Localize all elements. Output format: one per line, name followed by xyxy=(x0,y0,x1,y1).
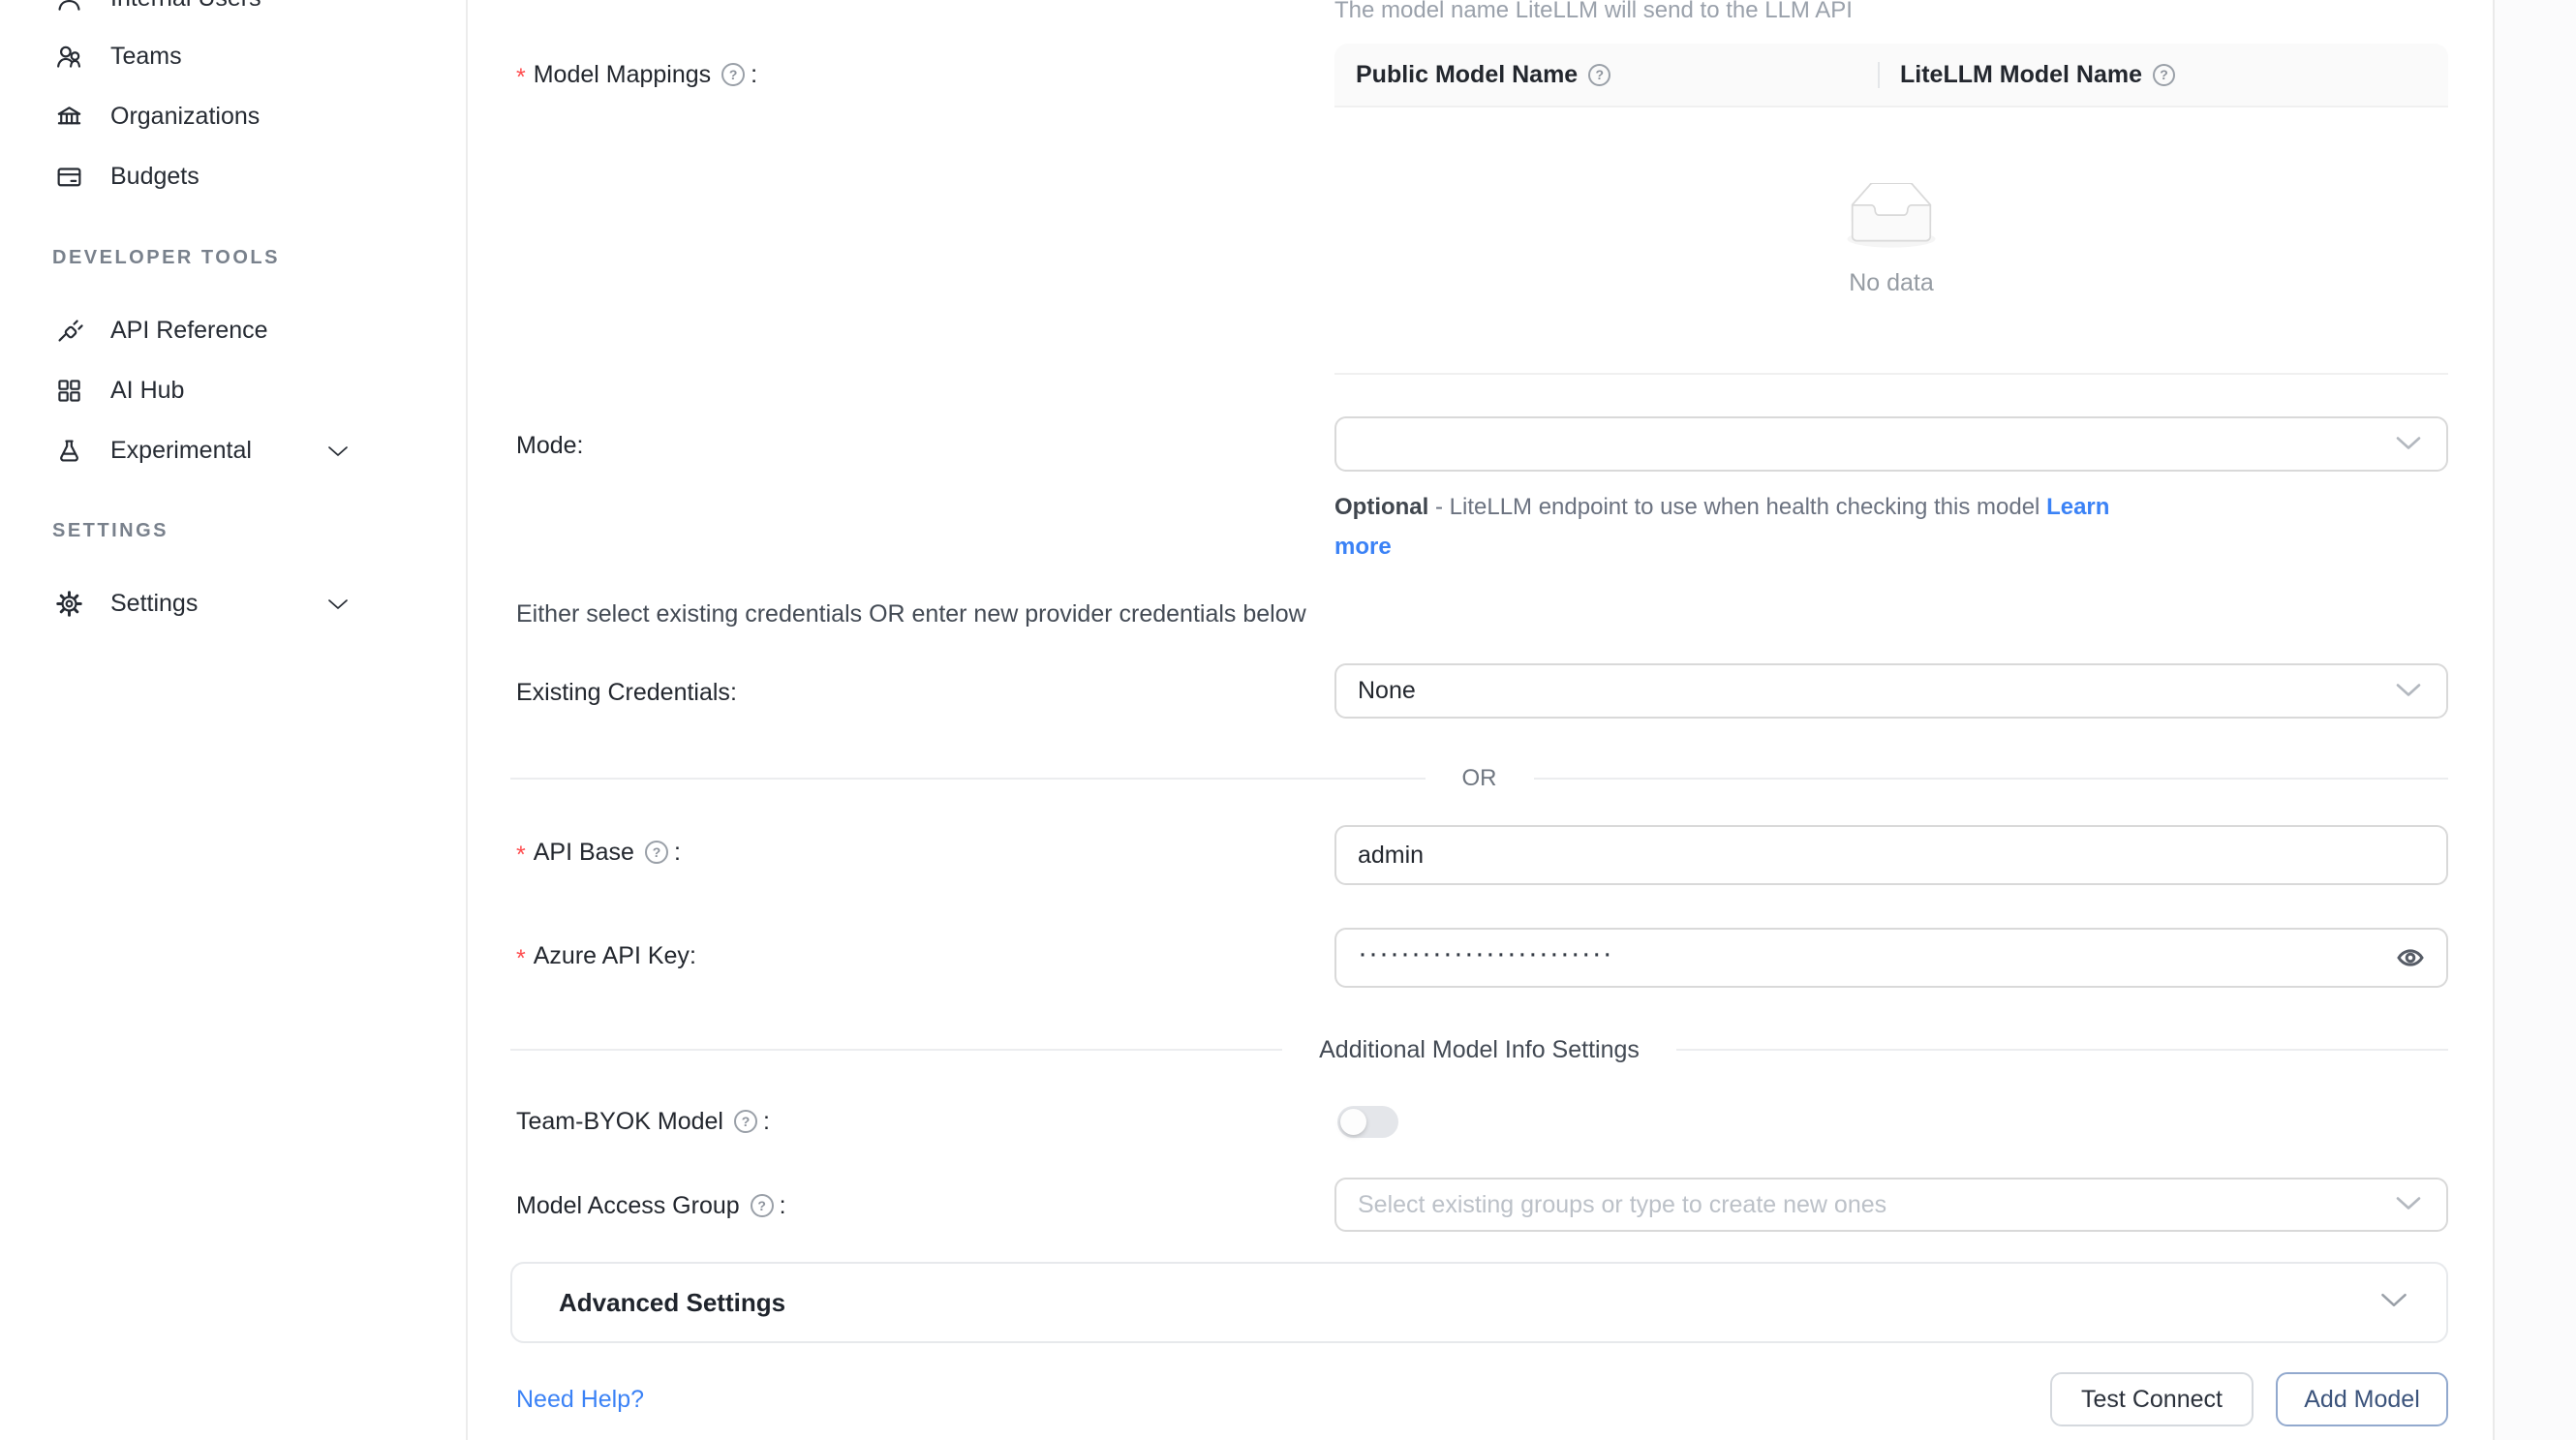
user-icon xyxy=(54,0,84,14)
or-divider: OR xyxy=(510,762,2448,795)
model-access-group-select[interactable]: Select existing groups or type to create… xyxy=(1334,1178,2448,1232)
add-model-page: Internal Users Teams Organizations Budge… xyxy=(0,0,2576,1440)
bank-icon xyxy=(54,102,84,132)
credentials-note: Either select existing credentials OR en… xyxy=(516,600,1306,628)
required-marker: * xyxy=(516,64,526,92)
column-divider xyxy=(1878,62,1880,88)
question-circle-icon[interactable]: ? xyxy=(751,1194,774,1217)
additional-info-divider: Additional Model Info Settings xyxy=(510,1033,2448,1066)
required-marker: * xyxy=(516,945,526,973)
question-circle-icon[interactable]: ? xyxy=(734,1110,757,1133)
sidebar-item-label: API Reference xyxy=(110,317,268,345)
or-divider-text: OR xyxy=(1462,765,1497,792)
sidebar-item-label: Settings xyxy=(110,590,198,618)
question-circle-icon[interactable]: ? xyxy=(1588,64,1610,86)
eye-icon[interactable] xyxy=(2396,943,2425,972)
additional-info-divider-text: Additional Model Info Settings xyxy=(1319,1036,1640,1064)
question-circle-icon[interactable]: ? xyxy=(2153,64,2175,86)
credit-card-icon xyxy=(54,162,84,192)
empty-box-icon xyxy=(1837,183,1946,258)
chevron-down-icon xyxy=(2394,430,2423,458)
select-placeholder: Select existing groups or type to create… xyxy=(1358,1191,1886,1219)
sidebar-item-settings[interactable]: Settings xyxy=(0,573,466,633)
advanced-settings-panel[interactable]: Advanced Settings xyxy=(510,1262,2448,1343)
mode-select[interactable] xyxy=(1334,416,2448,472)
chevron-down-icon xyxy=(327,590,349,618)
sidebar-item-label: Internal Users xyxy=(110,0,261,13)
column-header-public-model-name: Public Model Name ? xyxy=(1334,44,1879,106)
team-byok-label: Team-BYOK Model ? : xyxy=(516,1105,770,1138)
sidebar-item-label: Organizations xyxy=(110,103,260,131)
add-model-button[interactable]: Add Model xyxy=(2276,1372,2448,1426)
table-empty-state: No data xyxy=(1334,107,2448,375)
chevron-down-icon xyxy=(2378,1291,2409,1314)
flask-icon xyxy=(54,436,84,466)
toggle-knob xyxy=(1340,1109,1366,1135)
chevron-down-icon xyxy=(2394,1191,2423,1219)
question-circle-icon[interactable]: ? xyxy=(645,841,668,864)
model-access-group-label: Model Access Group ? : xyxy=(516,1189,786,1222)
sidebar-item-api-reference[interactable]: API Reference xyxy=(0,300,466,360)
api-base-label: * API Base ? : xyxy=(516,836,681,869)
azure-api-key-label: * Azure API Key : xyxy=(516,939,696,972)
test-connect-button[interactable]: Test Connect xyxy=(2050,1372,2254,1426)
mode-help-text: Optional - LiteLLM endpoint to use when … xyxy=(1334,487,2153,567)
gear-icon xyxy=(54,589,84,619)
azure-api-key-input[interactable]: ························ xyxy=(1334,928,2448,988)
api-plug-icon xyxy=(54,316,84,346)
team-byok-toggle[interactable] xyxy=(1337,1106,1398,1138)
masked-password-value: ························ xyxy=(1358,939,1613,968)
sidebar-item-internal-users[interactable]: Internal Users xyxy=(0,0,466,28)
sidebar-section-settings: SETTINGS xyxy=(52,520,169,542)
sidebar-item-label: Experimental xyxy=(110,437,252,465)
model-mappings-table: Public Model Name ? LiteLLM Model Name ?… xyxy=(1334,44,2448,375)
chevron-down-icon xyxy=(327,437,349,465)
model-mappings-label: * Model Mappings ? : xyxy=(516,58,757,91)
column-header-litellm-model-name: LiteLLM Model Name ? xyxy=(1879,44,2448,106)
table-header: Public Model Name ? LiteLLM Model Name ? xyxy=(1334,44,2448,107)
existing-credentials-label: Existing Credentials : xyxy=(516,676,737,709)
model-name-hint: The model name LiteLLM will send to the … xyxy=(1334,0,1853,26)
api-base-input[interactable]: admin xyxy=(1334,825,2448,885)
no-data-text: No data xyxy=(1849,269,1934,297)
page-right-gutter xyxy=(2493,0,2576,1440)
sidebar-item-label: Teams xyxy=(110,43,182,71)
required-marker: * xyxy=(516,842,526,870)
sidebar-item-experimental[interactable]: Experimental xyxy=(0,420,466,480)
sidebar-section-developer-tools: DEVELOPER TOOLS xyxy=(52,247,280,269)
existing-credentials-select[interactable]: None xyxy=(1334,663,2448,719)
app-grid-icon xyxy=(54,376,84,406)
sidebar-item-ai-hub[interactable]: AI Hub xyxy=(0,360,466,420)
sidebar-item-label: AI Hub xyxy=(110,377,184,405)
chevron-down-icon xyxy=(2394,677,2423,705)
sidebar-item-teams[interactable]: Teams xyxy=(0,26,466,86)
sidebar-item-budgets[interactable]: Budgets xyxy=(0,146,466,206)
sidebar: Internal Users Teams Organizations Budge… xyxy=(0,0,468,1440)
advanced-settings-title: Advanced Settings xyxy=(559,1288,785,1318)
need-help-link[interactable]: Need Help? xyxy=(516,1386,644,1414)
sidebar-item-organizations[interactable]: Organizations xyxy=(0,86,466,146)
team-icon xyxy=(54,42,84,72)
sidebar-item-label: Budgets xyxy=(110,163,199,191)
mode-label: Mode : xyxy=(516,429,584,462)
question-circle-icon[interactable]: ? xyxy=(721,63,745,86)
